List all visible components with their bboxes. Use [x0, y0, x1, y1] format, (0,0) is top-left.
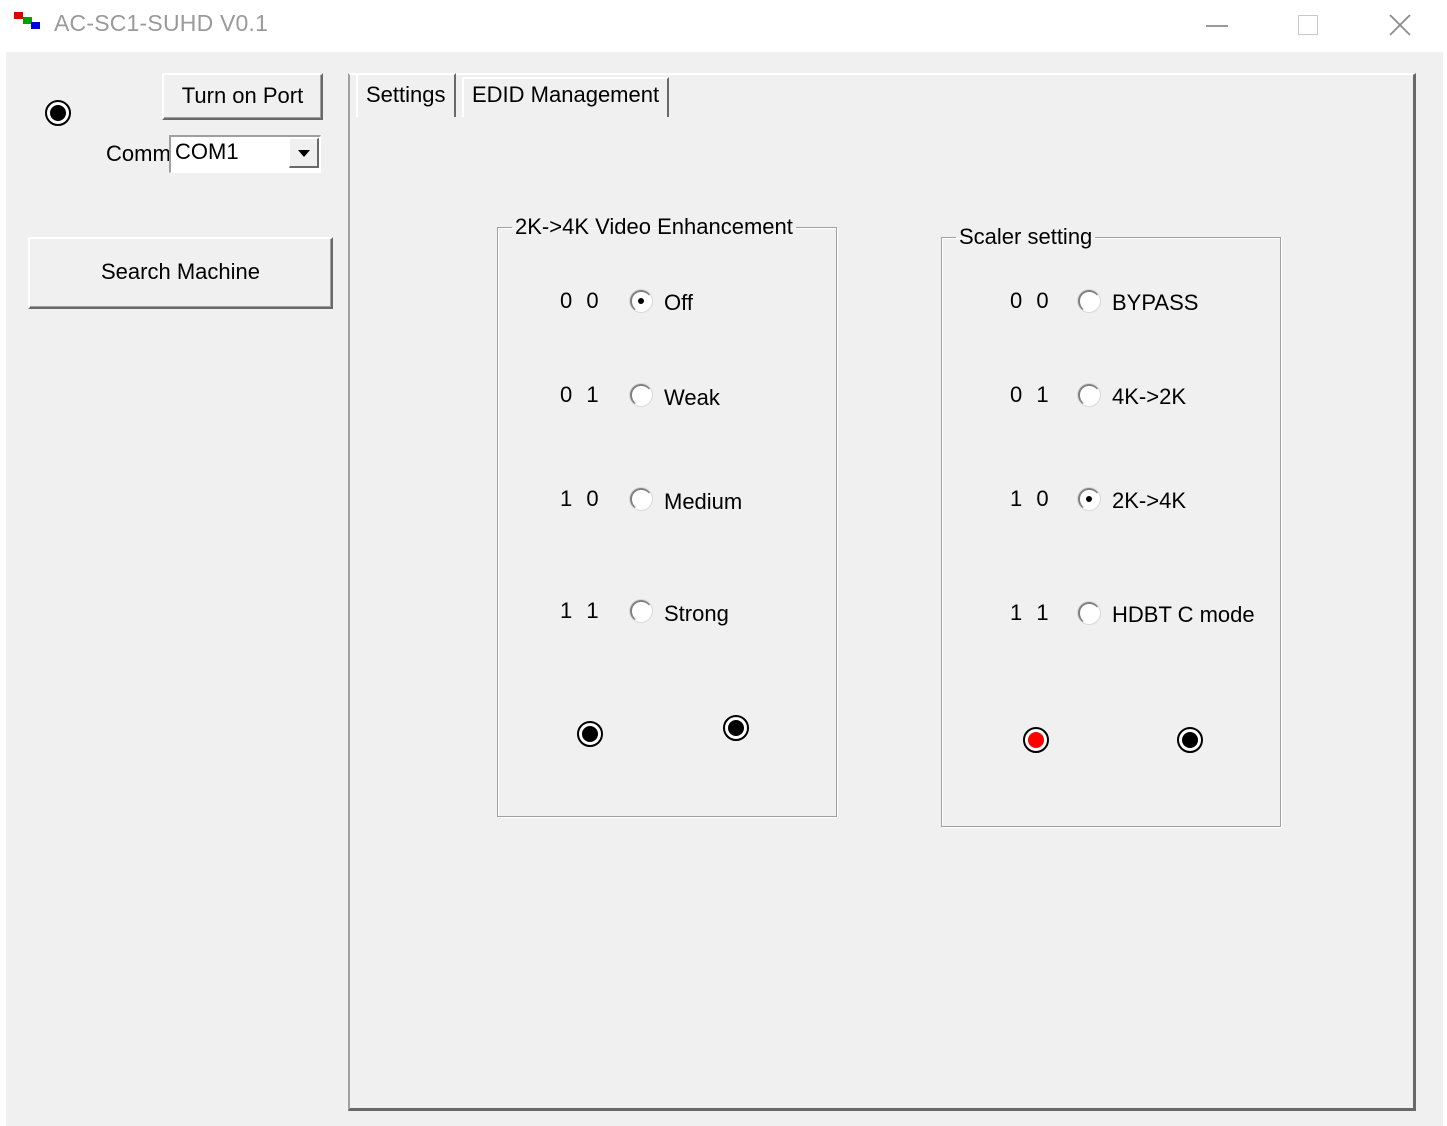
close-icon: [1389, 14, 1411, 36]
scaler-code: 0 1: [1010, 382, 1053, 407]
scaler-bypass-radio[interactable]: [1078, 290, 1100, 312]
enhancement-medium-label[interactable]: Medium: [664, 489, 742, 515]
window-title: AC-SC1-SUHD V0.1: [54, 10, 269, 36]
enhancement-indicator-2: [723, 715, 749, 741]
chevron-down-icon[interactable]: [289, 138, 319, 168]
scaler-2k-to-4k-radio[interactable]: [1078, 488, 1100, 510]
minimize-button[interactable]: [1172, 0, 1262, 50]
enhancement-code: 1 0: [560, 486, 603, 511]
scaler-code: 1 1: [1010, 600, 1053, 625]
turn-on-port-label: Turn on Port: [181, 83, 304, 108]
enhancement-medium-radio[interactable]: [630, 488, 652, 510]
scaler-4k-to-2k-label[interactable]: 4K->2K: [1112, 384, 1186, 410]
tab-edid-management[interactable]: EDID Management: [462, 77, 670, 117]
close-button[interactable]: [1354, 0, 1444, 50]
enhancement-off-radio[interactable]: [630, 290, 652, 312]
enhancement-indicator-1: [577, 721, 603, 747]
enhancement-weak-radio[interactable]: [630, 384, 652, 406]
enhancement-weak-label[interactable]: Weak: [664, 385, 720, 411]
app-icon: [14, 12, 42, 34]
tab-settings-label: Settings: [366, 82, 446, 107]
scaler-hdbt-c-mode-label[interactable]: HDBT C mode: [1112, 602, 1255, 628]
tab-edid-management-label: EDID Management: [472, 82, 660, 107]
comm-label: Comm:: [106, 141, 177, 166]
enhancement-code: 0 1: [560, 382, 603, 407]
scaler-setting-group: Scaler setting: [941, 226, 1281, 827]
scaler-setting-title: Scaler setting: [959, 224, 1093, 249]
maximize-button[interactable]: [1262, 0, 1352, 50]
video-enhancement-title: 2K->4K Video Enhancement: [515, 214, 793, 239]
scaler-hdbt-c-mode-radio[interactable]: [1078, 602, 1100, 624]
comm-port-select[interactable]: COM1: [169, 135, 321, 173]
scaler-4k-to-2k-radio[interactable]: [1078, 384, 1100, 406]
comm-port-value: COM1: [175, 139, 239, 164]
scaler-indicator-1: [1023, 727, 1049, 753]
turn-on-port-button[interactable]: Turn on Port: [162, 73, 323, 120]
port-status-indicator: [45, 100, 71, 126]
enhancement-off-label[interactable]: Off: [664, 290, 693, 316]
scaler-2k-to-4k-label[interactable]: 2K->4K: [1112, 488, 1186, 514]
enhancement-strong-label[interactable]: Strong: [664, 601, 729, 627]
enhancement-strong-radio[interactable]: [630, 600, 652, 622]
search-machine-button[interactable]: Search Machine: [28, 237, 333, 309]
enhancement-code: 1 1: [560, 598, 603, 623]
scaler-code: 1 0: [1010, 486, 1053, 511]
title-bar: AC-SC1-SUHD V0.1: [0, 0, 1447, 50]
scaler-bypass-label[interactable]: BYPASS: [1112, 290, 1198, 316]
tab-settings[interactable]: Settings: [356, 73, 456, 117]
enhancement-code: 0 0: [560, 288, 603, 313]
scaler-code: 0 0: [1010, 288, 1053, 313]
search-machine-label: Search Machine: [101, 259, 260, 284]
scaler-indicator-2: [1177, 727, 1203, 753]
